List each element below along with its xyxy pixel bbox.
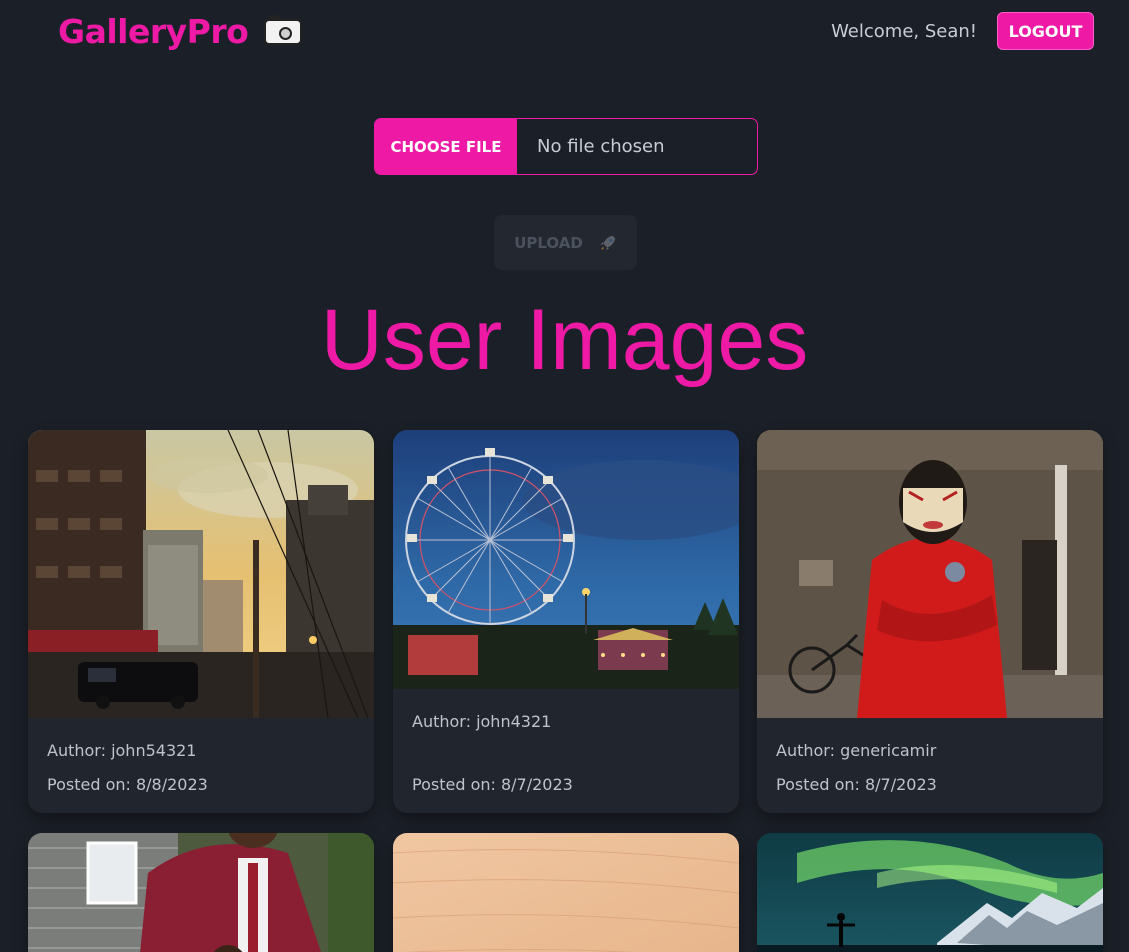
image-date: Posted on: 8/8/2023 [47, 775, 208, 794]
file-status: No file chosen [537, 136, 665, 157]
image-card-photo[interactable] [757, 430, 1103, 718]
image-author: Author: john54321 [47, 741, 197, 760]
image-card-photo[interactable] [393, 833, 739, 952]
brand-logo[interactable]: GalleryPro [58, 12, 303, 51]
rocket-icon [600, 235, 615, 250]
ferris-wheel-photo [393, 430, 739, 689]
image-card[interactable] [757, 833, 1103, 952]
image-author: Author: john4321 [412, 712, 552, 731]
wood-texture-photo [393, 833, 739, 952]
section-title: User Images [320, 292, 809, 388]
file-input[interactable]: CHOOSE FILE No file chosen [374, 118, 758, 175]
image-card[interactable]: Author: john54321 Posted on: 8/8/2023 [28, 430, 374, 813]
city-street-photo [28, 430, 374, 718]
image-card[interactable] [393, 833, 739, 952]
aurora-photo [757, 833, 1103, 952]
welcome-message: Welcome, Sean! [831, 21, 977, 42]
image-date: Posted on: 8/7/2023 [776, 775, 937, 794]
image-card[interactable]: Author: genericamir Posted on: 8/7/2023 [757, 430, 1103, 813]
upload-button[interactable]: UPLOAD [494, 215, 637, 270]
page: GalleryPro Welcome, Sean! LOGOUT CHOOSE … [0, 0, 1129, 952]
group-photo [28, 833, 374, 952]
upload-label: UPLOAD [514, 233, 583, 252]
choose-file-button[interactable]: CHOOSE FILE [375, 119, 517, 174]
camera-icon [264, 14, 303, 45]
image-card[interactable] [28, 833, 374, 952]
image-card-photo[interactable] [393, 430, 739, 689]
logout-button[interactable]: LOGOUT [997, 12, 1094, 50]
image-author: Author: genericamir [776, 741, 937, 760]
image-date: Posted on: 8/7/2023 [412, 775, 573, 794]
masked-person-photo [757, 430, 1103, 718]
image-card-photo[interactable] [757, 833, 1103, 952]
image-card-photo[interactable] [28, 430, 374, 718]
image-card[interactable]: Author: john4321 Posted on: 8/7/2023 [393, 430, 739, 813]
image-card-photo[interactable] [28, 833, 374, 952]
brand-name: GalleryPro [58, 12, 249, 51]
